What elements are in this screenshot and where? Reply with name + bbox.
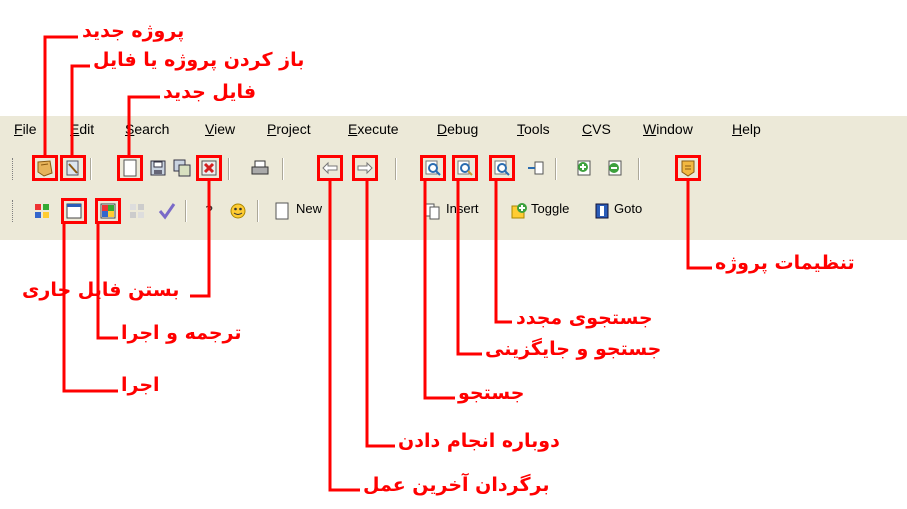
label-find-replace: جستجو و جایگزینی (485, 338, 662, 360)
label-project-options: تنظیمات پروژه (715, 252, 855, 274)
label-run: اجرا (121, 374, 160, 396)
label-find: جستجو (458, 382, 525, 404)
label-new-file: فایل جدید (163, 81, 257, 103)
label-compile-run: ترجمه و اجرا (121, 322, 242, 344)
label-close-file: بستن فایل جاری (22, 279, 180, 301)
label-undo: برگردان آخرین عمل (363, 474, 550, 496)
label-open-project: باز کردن پروژه یا فایل (93, 49, 305, 71)
label-find-again: جستجوی مجدد (516, 307, 653, 329)
label-redo: دوباره انجام دادن (398, 430, 560, 452)
label-new-project: پروژه جدید (82, 20, 185, 42)
